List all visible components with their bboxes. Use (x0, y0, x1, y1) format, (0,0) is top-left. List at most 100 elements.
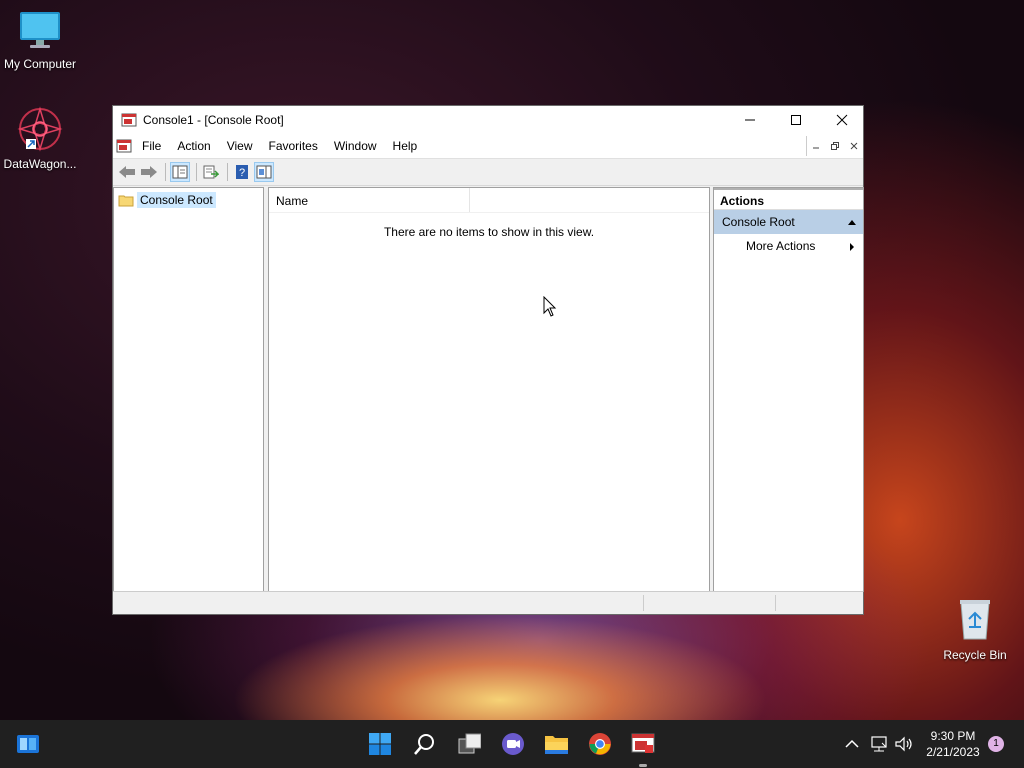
actions-header: Actions (714, 188, 863, 210)
submenu-arrow-icon (850, 243, 854, 251)
teams-chat-button[interactable] (501, 732, 525, 756)
running-indicator (639, 764, 647, 767)
folder-icon (118, 195, 134, 207)
child-restore-button[interactable] (827, 138, 843, 154)
column-divider[interactable] (469, 188, 470, 212)
windows-logo-icon (369, 733, 391, 755)
maximize-button[interactable] (773, 106, 819, 134)
desktop-icon-label: DataWagon... (3, 157, 77, 171)
maximize-icon (791, 115, 801, 125)
search-button[interactable] (413, 732, 437, 756)
menu-action[interactable]: Action (169, 139, 218, 153)
status-separator (643, 595, 644, 611)
menu-favorites[interactable]: Favorites (261, 139, 326, 153)
empty-list-message: There are no items to show in this view. (383, 225, 595, 239)
toolbar-separator (196, 163, 197, 181)
mmc-taskbar-button[interactable] (631, 732, 655, 756)
desktop-icon-datawagon[interactable]: DataWagon... (0, 105, 80, 171)
forward-button[interactable] (139, 162, 159, 182)
toolbar-separator (227, 163, 228, 181)
task-view-button[interactable] (457, 732, 481, 756)
result-pane[interactable]: Name There are no items to show in this … (268, 187, 710, 592)
clock-date: 2/21/2023 (926, 745, 980, 759)
close-button[interactable] (819, 106, 865, 134)
status-separator (775, 595, 776, 611)
folder-icon (545, 736, 568, 754)
show-hide-action-pane-button[interactable] (254, 162, 274, 182)
status-bar (113, 591, 863, 614)
desktop-icon-label: My Computer (3, 57, 77, 71)
show-hidden-icons-button[interactable] (840, 732, 864, 756)
export-list-icon (203, 165, 219, 179)
forward-arrow-icon (141, 166, 157, 178)
close-icon (836, 114, 848, 126)
show-hide-tree-icon (172, 165, 188, 179)
menu-file[interactable]: File (134, 139, 169, 153)
child-close-button[interactable] (846, 138, 862, 154)
back-button[interactable] (117, 162, 137, 182)
console-child-icon[interactable] (116, 139, 132, 153)
network-icon (871, 736, 887, 752)
network-button[interactable] (867, 732, 891, 756)
actions-pane: Actions Console Root More Actions (713, 187, 864, 592)
close-icon (850, 142, 858, 150)
speaker-icon (895, 736, 912, 752)
panes: Console Root Name There are no items to … (113, 187, 864, 592)
restore-icon (831, 142, 839, 150)
list-header: Name (269, 188, 709, 213)
menu-view[interactable]: View (219, 139, 261, 153)
menu-help[interactable]: Help (385, 139, 426, 153)
more-actions-label: More Actions (746, 239, 816, 253)
task-view-icon (458, 733, 481, 754)
minimize-icon (813, 147, 819, 149)
mmc-app-icon (631, 733, 655, 753)
back-arrow-icon (119, 166, 135, 178)
chrome-button[interactable] (588, 732, 612, 756)
chevron-up-icon (845, 739, 859, 748)
notification-badge[interactable]: 1 (988, 736, 1004, 752)
monitor-icon (0, 10, 80, 53)
minimize-button[interactable] (727, 106, 773, 134)
show-hide-tree-button[interactable] (170, 162, 190, 182)
widgets-icon (17, 735, 39, 753)
title-bar[interactable]: Console1 - [Console Root] (113, 106, 863, 134)
mouse-cursor-icon (543, 296, 557, 317)
scope-tree-pane[interactable]: Console Root (113, 187, 264, 592)
clock[interactable]: 9:30 PM 2/21/2023 (918, 728, 988, 760)
actions-section-console-root[interactable]: Console Root (714, 210, 863, 234)
clock-time: 9:30 PM (930, 729, 976, 743)
show-hide-action-pane-icon (256, 165, 272, 179)
child-minimize-button[interactable] (808, 138, 824, 154)
start-button[interactable] (368, 732, 392, 756)
help-icon: ? (236, 165, 248, 179)
file-explorer-button[interactable] (544, 732, 568, 756)
actions-section-label: Console Root (722, 215, 795, 229)
menu-window[interactable]: Window (326, 139, 385, 153)
minimize-icon (745, 119, 755, 121)
help-button[interactable]: ? (232, 162, 252, 182)
more-actions-item[interactable]: More Actions (714, 234, 863, 258)
window-title: Console1 - [Console Root] (143, 113, 284, 127)
volume-button[interactable] (892, 732, 916, 756)
recycle-bin-icon (935, 597, 1015, 644)
desktop-icon-label: Recycle Bin (943, 648, 1007, 662)
menu-bar: File Action View Favorites Window Help (113, 134, 863, 159)
column-header-name[interactable]: Name (276, 194, 308, 208)
chat-icon (502, 733, 524, 755)
taskbar: 9:30 PM 2/21/2023 1 (0, 720, 1024, 768)
mmc-app-icon (121, 113, 137, 127)
svg-text:?: ? (239, 167, 245, 179)
tree-item-label: Console Root (137, 192, 216, 208)
datawagon-shortcut-icon (16, 105, 64, 153)
desktop-icon-recycle-bin[interactable]: Recycle Bin (935, 597, 1015, 662)
search-icon (414, 734, 434, 755)
collapse-triangle-icon[interactable] (847, 218, 857, 226)
widgets-button[interactable] (16, 732, 40, 756)
mdi-divider (806, 136, 807, 156)
toolbar: ? (113, 159, 863, 186)
desktop-icon-my-computer[interactable]: My Computer (0, 10, 80, 71)
tree-item-console-root[interactable]: Console Root (118, 192, 263, 208)
export-list-button[interactable] (201, 162, 221, 182)
mmc-window: Console1 - [Console Root] File Action Vi… (112, 105, 864, 615)
chrome-icon (589, 733, 611, 755)
